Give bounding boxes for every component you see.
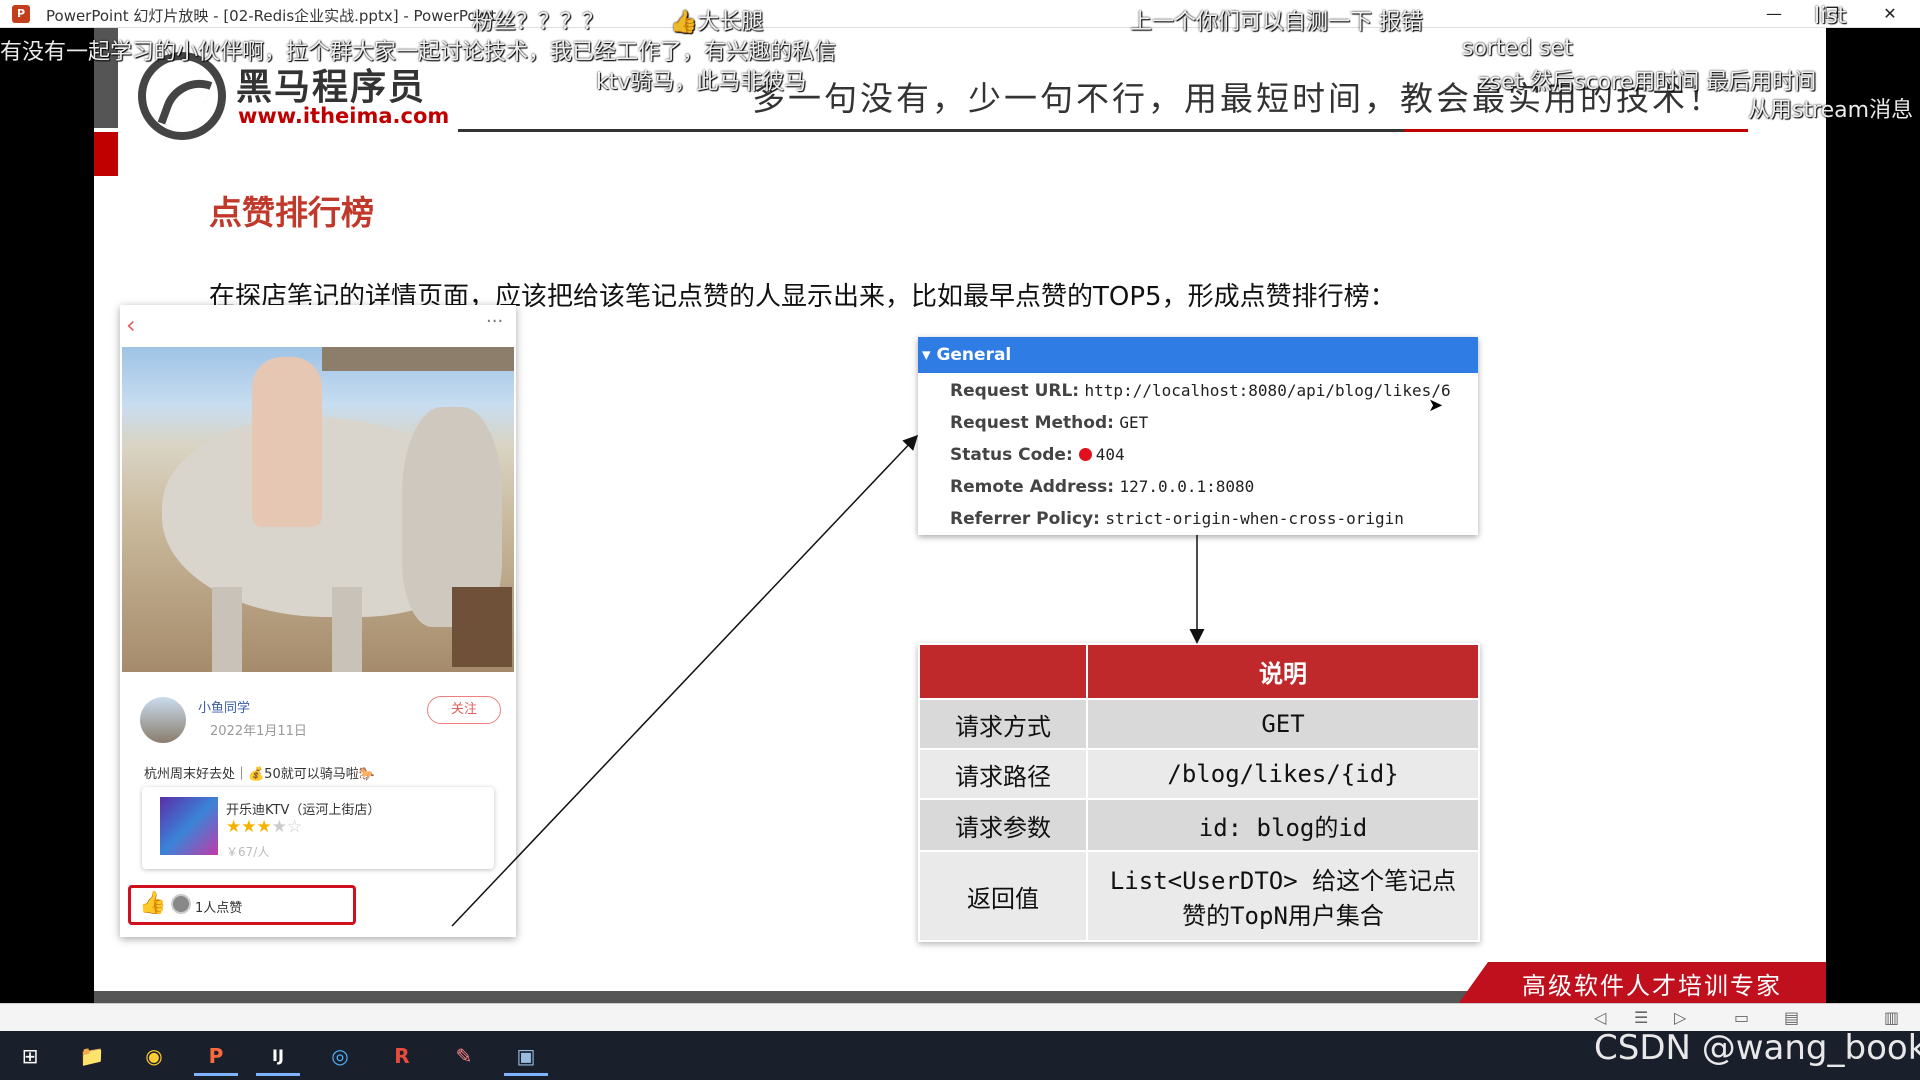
remote-address-row: Remote Address: 127.0.0.1:8080: [950, 477, 1254, 497]
status-code-row: Status Code: 404: [950, 445, 1125, 465]
status-code-value: 404: [1095, 445, 1125, 464]
table-row: 请求参数 id: blog的id: [918, 798, 1480, 852]
request-method-row: Request Method: GET: [950, 413, 1148, 433]
redis-desktop-icon[interactable]: R: [380, 1036, 424, 1076]
window-title-bar: P PowerPoint 幻灯片放映 - [02-Redis企业实战.pptx]…: [0, 0, 1920, 28]
danmaku-comment: ktv骑马，此马非彼马: [596, 70, 807, 95]
mouse-cursor-icon: ➤: [1428, 395, 1444, 416]
csdn-watermark: CSDN @wang_book: [1594, 1028, 1920, 1068]
right-letterbox: [1826, 28, 1920, 1028]
close-button[interactable]: ✕: [1870, 2, 1910, 26]
slideshow-view-icon[interactable]: ▥: [1884, 1008, 1899, 1027]
table-key: 返回值: [918, 850, 1088, 942]
table-key: 请求方式: [918, 698, 1088, 750]
terminal-icon[interactable]: ▣: [504, 1036, 548, 1076]
table-value: /blog/likes/{id}: [1086, 748, 1480, 800]
post-date: 2022年1月11日: [210, 724, 307, 739]
left-letterbox: [0, 28, 94, 1028]
blog-title: 杭州周末好去处｜💰50就可以骑马啦🐎: [144, 767, 375, 782]
blog-photo: [122, 347, 514, 672]
author-name[interactable]: 小鱼同学: [198, 697, 250, 716]
referrer-policy-label: Referrer Policy:: [950, 509, 1100, 529]
back-icon[interactable]: ‹: [126, 311, 136, 339]
powerpoint-taskbar-icon[interactable]: P: [194, 1036, 238, 1076]
api-info-table: 说明 请求方式 GET 请求路径 /blog/likes/{id} 请求参数 i…: [918, 643, 1480, 942]
shop-card[interactable]: 开乐迪KTV（运河上街店） ★★★★☆ ￥67/人: [142, 787, 494, 869]
danmaku-comment: 上一个你们可以自测一下 报错: [1130, 10, 1423, 35]
start-button[interactable]: ⊞: [8, 1036, 52, 1076]
slide-menu-icon[interactable]: ☰: [1634, 1008, 1648, 1027]
photo-chair: [452, 587, 512, 667]
photo-horse-leg: [332, 587, 362, 672]
remote-address-label: Remote Address:: [950, 477, 1115, 497]
photo-horse-leg: [212, 587, 242, 672]
next-slide-icon[interactable]: ▷: [1674, 1008, 1686, 1027]
reading-view-icon[interactable]: ▤: [1784, 1008, 1799, 1027]
edge-icon[interactable]: ◎: [318, 1036, 362, 1076]
table-header-desc: 说明: [1086, 643, 1480, 700]
more-icon[interactable]: ···: [486, 311, 503, 332]
author-avatar[interactable]: [140, 697, 186, 743]
prev-slide-icon[interactable]: ◁: [1594, 1008, 1606, 1027]
danmaku-comment: 👍大长腿: [670, 10, 764, 35]
liker-avatar: [171, 894, 191, 914]
chrome-icon[interactable]: ◉: [132, 1036, 176, 1076]
phone-screenshot: ‹ ··· 小鱼同学 2022年1月11日 关注 杭州周末好去处｜💰50就可以骑…: [120, 305, 516, 937]
minimize-button[interactable]: —: [1754, 2, 1794, 26]
table-value: GET: [1086, 698, 1480, 750]
referrer-policy-value: strict-origin-when-cross-origin: [1105, 509, 1404, 528]
logo-url: www.itheima.com: [238, 104, 450, 128]
footer-slogan: 高级软件人才培训专家: [1522, 972, 1782, 1000]
table-row: 请求方式 GET: [918, 698, 1480, 750]
paint-icon[interactable]: ✎: [442, 1036, 486, 1076]
table-value: id: blog的id: [1086, 798, 1480, 852]
general-header[interactable]: ▾ General: [918, 337, 1478, 373]
danmaku-comment: 粉丝？？？？: [472, 10, 605, 35]
danmaku-comment: list: [1814, 4, 1847, 29]
page-title: 点赞排行榜: [209, 193, 374, 232]
status-code-label: Status Code:: [950, 445, 1073, 465]
request-method-label: Request Method:: [950, 413, 1114, 433]
shop-rating: ★★★★☆: [226, 817, 302, 837]
shop-image: [160, 797, 218, 855]
request-url-label: Request URL:: [950, 381, 1080, 401]
devtools-general-panel: ▾ General Request URL: http://localhost:…: [918, 337, 1478, 535]
table-row: 请求路径 /blog/likes/{id}: [918, 748, 1480, 800]
remote-address-value: 127.0.0.1:8080: [1119, 477, 1255, 496]
header-divider-red: [1404, 129, 1748, 132]
intellij-idea-icon[interactable]: IJ: [256, 1036, 300, 1076]
table-value: List<UserDTO> 给这个笔记点赞的TopN用户集合: [1086, 850, 1480, 942]
window-title: PowerPoint 幻灯片放映 - [02-Redis企业实战.pptx] -…: [46, 7, 497, 25]
star-empty-icon: ★☆: [271, 817, 303, 837]
request-url-row: Request URL: http://localhost:8080/api/b…: [950, 381, 1451, 401]
normal-view-icon[interactable]: ▭: [1734, 1008, 1749, 1027]
status-error-icon: [1078, 448, 1092, 461]
danmaku-comment: sorted set: [1462, 36, 1573, 61]
table-row: 返回值 List<UserDTO> 给这个笔记点赞的TopN用户集合: [918, 850, 1480, 942]
table-header-empty: [918, 643, 1088, 700]
photo-rider: [252, 357, 322, 527]
photo-roof: [322, 347, 514, 371]
star-filled-icon: ★★★: [226, 817, 272, 837]
shop-price: ￥67/人: [226, 845, 270, 859]
powerpoint-icon: P: [12, 5, 30, 23]
thumbs-up-icon[interactable]: 👍: [139, 891, 166, 916]
table-key: 请求参数: [918, 798, 1088, 852]
slide-accent-red: [94, 132, 118, 176]
like-count: 1人点赞: [195, 901, 243, 916]
request-url-value: http://localhost:8080/api/blog/likes/6: [1084, 381, 1451, 400]
follow-button[interactable]: 关注: [427, 696, 501, 724]
slideshow-toolbar: ◁ ☰ ▷ ▭ ▤ ▥: [0, 1003, 1920, 1031]
like-area-highlight[interactable]: 👍 1人点赞: [128, 885, 356, 925]
request-method-value: GET: [1119, 413, 1149, 432]
file-explorer-icon[interactable]: 📁: [70, 1036, 114, 1076]
referrer-policy-row: Referrer Policy: strict-origin-when-cros…: [950, 509, 1404, 529]
shop-name: 开乐迪KTV（运河上街店）: [226, 803, 381, 818]
table-key: 请求路径: [918, 748, 1088, 800]
danmaku-comment: 有没有一起学习的小伙伴啊，拉个群大家一起讨论技术，我已经工作了，有兴趣的私信: [0, 40, 837, 65]
danmaku-comment: 从用stream消息: [1748, 98, 1914, 123]
